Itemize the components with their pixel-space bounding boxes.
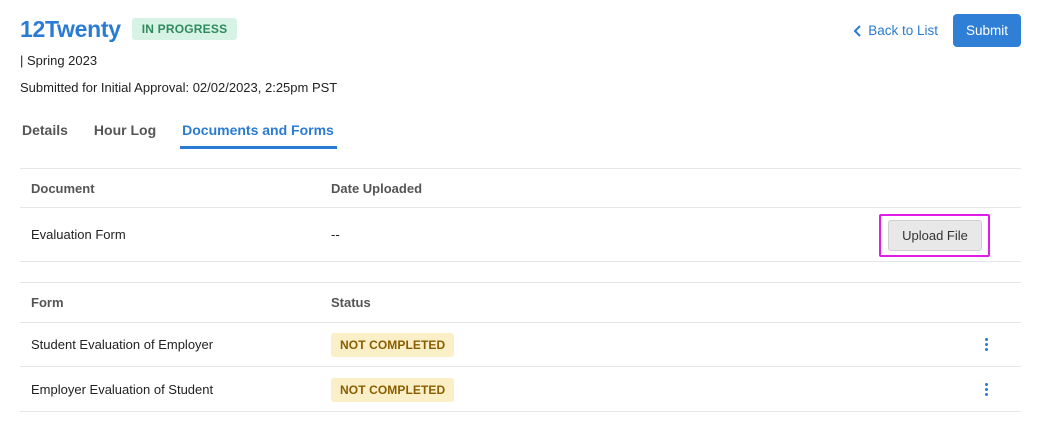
status-badge: IN PROGRESS <box>131 18 238 40</box>
column-header-date-uploaded: Date Uploaded <box>331 180 423 196</box>
status-cell: NOT COMPLETED <box>331 377 1021 402</box>
column-header-status: Status <box>331 295 371 310</box>
more-options-icon[interactable] <box>982 382 990 397</box>
more-options-icon[interactable] <box>982 337 990 352</box>
documents-table: Document Date Uploaded Evaluation Form -… <box>20 168 1021 262</box>
documents-header-row: Document Date Uploaded <box>20 169 1021 208</box>
submitted-info: Submitted for Initial Approval: 02/02/20… <box>20 80 338 95</box>
tab-documents-and-forms[interactable]: Documents and Forms <box>180 120 337 150</box>
header-actions: Back to List Submit <box>853 14 1021 47</box>
form-name: Employer Evaluation of Student <box>31 381 214 397</box>
tab-bar: Details Hour Log Documents and Forms <box>22 120 360 150</box>
page-header: 12Twenty IN PROGRESS | Spring 2023 Submi… <box>20 14 1021 95</box>
table-row: Employer Evaluation of Student NOT COMPL… <box>20 367 1021 412</box>
app-title: 12Twenty <box>20 15 121 42</box>
column-header-form: Form <box>31 295 64 310</box>
form-name: Student Evaluation of Employer <box>31 337 214 352</box>
forms-table: Form Status Student Evaluation of Employ… <box>20 282 1021 412</box>
back-to-list-label: Back to List <box>868 23 938 38</box>
document-name: Evaluation Form <box>31 227 126 242</box>
table-row: Student Evaluation of Employer NOT COMPL… <box>20 323 1021 367</box>
submit-button[interactable]: Submit <box>952 14 1021 47</box>
upload-highlight: Upload File <box>879 214 990 257</box>
term-label: | Spring 2023 <box>20 53 98 68</box>
tab-hour-log[interactable]: Hour Log <box>94 120 156 150</box>
back-to-list-link[interactable]: Back to List <box>853 23 938 38</box>
table-row: Evaluation Form -- Upload File <box>20 208 1021 262</box>
status-badge: NOT COMPLETED <box>331 377 455 402</box>
chevron-left-icon <box>853 24 861 37</box>
upload-file-button[interactable]: Upload File <box>888 220 982 251</box>
column-header-document: Document <box>31 180 95 196</box>
status-cell: NOT COMPLETED <box>331 333 1021 357</box>
tab-details[interactable]: Details <box>22 120 68 150</box>
status-badge: NOT COMPLETED <box>331 333 455 357</box>
forms-header-row: Form Status <box>20 283 1021 323</box>
